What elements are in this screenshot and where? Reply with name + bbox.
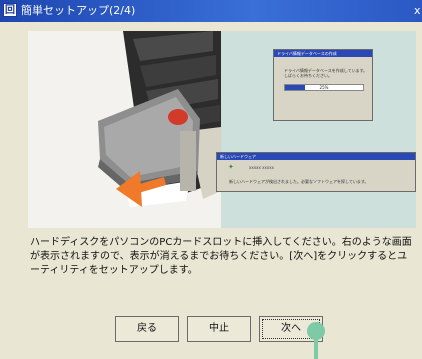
instruction-text: ハードディスクをパソコンのPCカードスロットに挿入してください。右のような画面が…	[30, 237, 412, 276]
pointer-indicator-line	[314, 339, 318, 359]
new-hardware-dialog-title: 新しいハードウェア	[217, 153, 415, 160]
progress-bar: 25%	[284, 84, 364, 91]
new-hardware-dialog: 新しいハードウェア ✦ xxxxx xxxxx 新しいハードウェアが検出されまし…	[216, 152, 416, 192]
setup-wizard-window: 回 簡単セットアップ(2/4) x ドライバ情報データベースの作成 ドライバ情報…	[0, 0, 422, 359]
pointer-indicator	[307, 322, 325, 340]
app-icon: 回	[3, 3, 17, 17]
progress-bar-label: 25%	[319, 85, 329, 90]
progress-dialog: ドライバ情報データベースの作成 ドライバ情報データベースを作成しています。しばら…	[273, 49, 373, 121]
hardware-icon: ✦	[228, 163, 234, 171]
close-icon[interactable]: x	[414, 3, 422, 18]
cancel-button[interactable]: 中止	[187, 316, 251, 342]
setup-illustration: ドライバ情報データベースの作成 ドライバ情報データベースを作成しています。しばら…	[28, 31, 416, 228]
window-title: 簡単セットアップ(2/4)	[21, 4, 136, 17]
new-hardware-dialog-message: 新しいハードウェアが検出されました。必要なソフトウェアを探しています。	[229, 179, 369, 184]
title-bar: 回 簡単セットアップ(2/4) x	[0, 0, 422, 22]
progress-dialog-title: ドライバ情報データベースの作成	[274, 50, 372, 57]
laptop-card-slot-image	[98, 31, 221, 207]
progress-dialog-message: ドライバ情報データベースを作成しています。しばらくお待ちください。	[284, 68, 368, 78]
new-hardware-value: xxxxx xxxxx	[249, 165, 274, 170]
back-button[interactable]: 戻る	[115, 316, 179, 342]
insert-disk-photo	[28, 31, 221, 228]
